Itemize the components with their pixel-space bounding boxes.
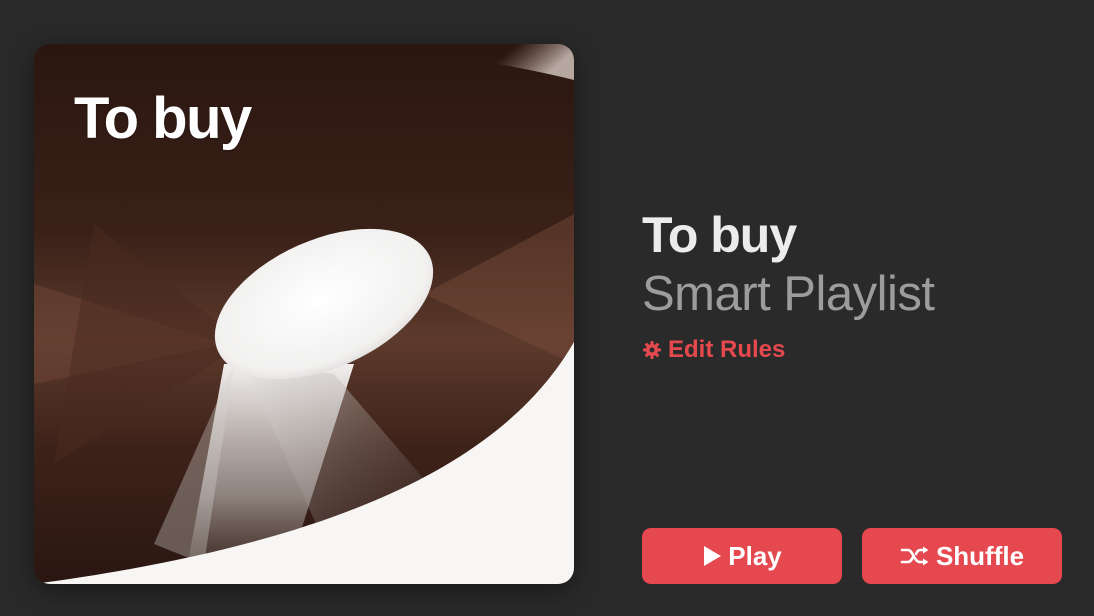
playlist-artwork[interactable]: To buy [34, 44, 574, 584]
play-label: Play [728, 540, 782, 571]
edit-rules-label: Edit Rules [668, 336, 786, 363]
shuffle-label: Shuffle [935, 540, 1025, 571]
playlist-subtitle: Smart Playlist [642, 267, 935, 321]
shuffle-icon [900, 546, 929, 566]
artwork-title: To buy [74, 86, 252, 151]
edit-rules-button[interactable]: Edit Rules [642, 336, 785, 364]
playlist-info: To buy Smart Playlist Edit Rules [642, 206, 935, 365]
shuffle-button[interactable]: Shuffle [862, 528, 1062, 584]
playlist-title: To buy [642, 207, 797, 263]
gear-icon [643, 341, 661, 359]
play-icon [704, 546, 722, 566]
play-button[interactable]: Play [642, 528, 842, 584]
